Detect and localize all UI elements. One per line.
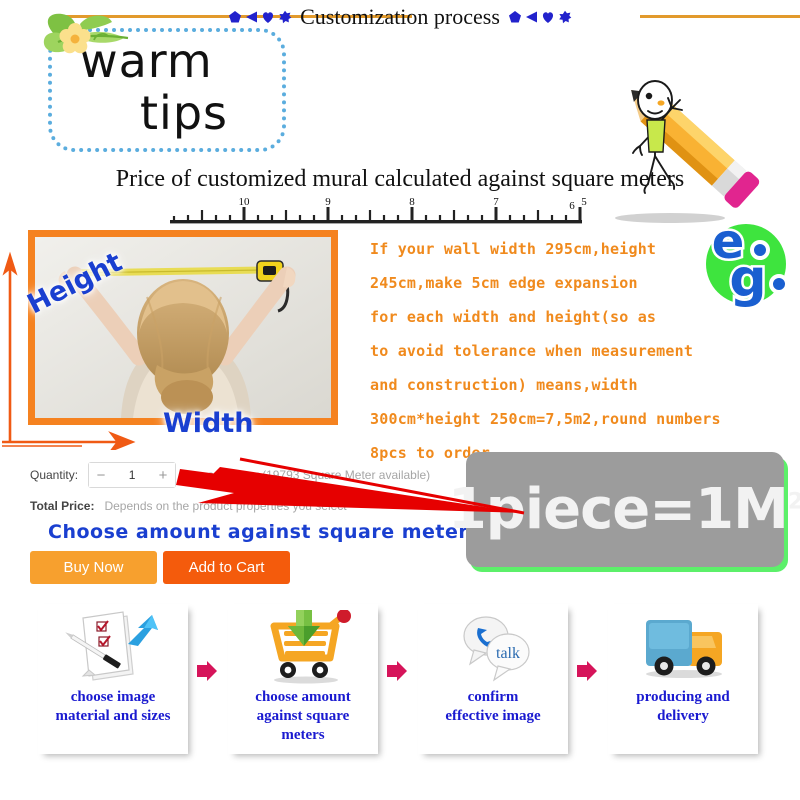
ruler-tick-5: 5 [581,196,587,208]
example-line-4: to avoid tolerance when measurement [370,342,694,360]
flow-arrow-icon [387,661,407,681]
heart-icon [263,12,274,23]
flow-step-producing-delivery[interactable]: producing and delivery [608,604,758,754]
quantity-label: Quantity: [30,468,79,482]
flow-step-choose-amount[interactable]: choose amount against square meters [228,604,378,754]
step-label: choose image material and sizes [55,689,171,724]
flow-step-choose-image[interactable]: choose image material and sizes [38,604,188,754]
total-price-label: Total Price: [30,499,95,513]
red-pointer-arrow-icon [176,457,525,515]
width-label: Width [163,408,254,439]
flower-star-icon [279,10,292,24]
flower-decoration-icon [43,13,129,54]
buy-now-button[interactable]: Buy Now [30,551,157,584]
pencil-stickman-illustration [615,80,760,223]
step-label: producing and delivery [636,689,730,724]
pentagon-icon [508,11,521,23]
warm-tips-line2: tips [140,86,228,140]
ruler-illustration: 10 9 8 7 6 5 [170,196,587,224]
flower-star-icon [559,10,572,24]
pentagon-icon [229,11,242,23]
heart-icon [542,12,553,23]
flow-arrow-icon [577,661,597,681]
svg-text:g: g [729,249,766,308]
dingbats-left [228,10,292,24]
flow-step-confirm-image[interactable]: talk confirm effective image [418,604,568,754]
step-label: confirm effective image [445,689,541,724]
dingbats-right [508,10,572,24]
ruler-tick-9: 9 [325,196,331,208]
ruler-tick-7: 7 [493,196,499,208]
triangle-icon [525,11,537,23]
talk-bubble-icon: talk [463,616,530,682]
ruler-tick-6: 6 [569,200,575,212]
square-superscript: 2 [787,488,800,514]
add-to-cart-button[interactable]: Add to Cart [163,551,290,584]
ruler-tick-10: 10 [239,196,251,208]
eg-badge-icon: e g [706,212,789,308]
shopping-cart-icon [270,610,351,684]
page-title: Customization process [300,4,500,29]
step-label: choose amount against square meters [255,689,351,743]
process-flow: choose image material and sizes choose a… [0,600,800,800]
triangle-icon [246,11,258,23]
example-line-5: and construction) means,width [370,376,638,394]
example-line-6: 300cm*height 250cm=7,5m2,round numbers [370,410,721,428]
delivery-truck-icon [646,620,722,678]
page-root: Customization process warm tips Price of… [0,0,800,800]
ruler-tick-8: 8 [409,196,415,208]
flow-arrow-icon [197,661,217,681]
svg-text:talk: talk [496,645,520,662]
document-checklist-icon [65,611,158,681]
